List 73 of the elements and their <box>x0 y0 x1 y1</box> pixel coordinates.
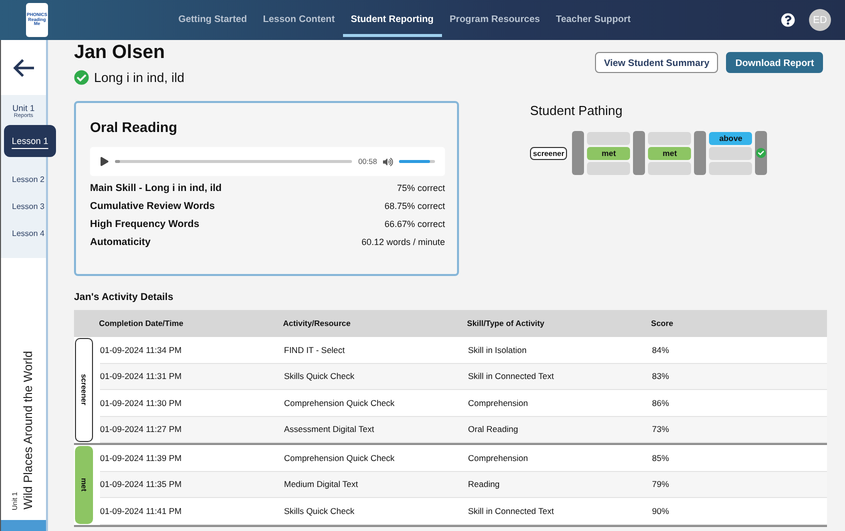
lesson-tab[interactable]: Lesson 2 <box>1 167 46 194</box>
table-cell-text: Comprehension Quick Check <box>284 398 396 408</box>
table-cell-text: 01-09-2024 11:34 PM <box>100 344 183 355</box>
metric-value: 75% correct <box>396 183 445 193</box>
nav-tab[interactable]: Program Resources <box>442 3 548 37</box>
table-cell-text: Medium Digital Text <box>284 479 360 490</box>
summary-button[interactable]: View Student Summary <box>594 52 718 73</box>
table-cell-text: 01-09-2024 11:35 PM <box>100 479 183 490</box>
empty-slot <box>709 162 752 174</box>
lesson-tab[interactable]: Lesson 3 <box>1 194 46 221</box>
nav-tab[interactable]: Student Reporting <box>342 3 442 37</box>
nav-tab[interactable]: Teacher Support <box>548 3 639 37</box>
table-cell-text: Skill in Connected Text <box>468 371 555 382</box>
empty-slot <box>587 132 630 144</box>
volume-icon[interactable] <box>383 156 393 166</box>
table-cell-text: Comprehension <box>468 398 530 408</box>
empty-slot <box>648 162 692 174</box>
unit-label: Unit 1 <box>12 103 35 113</box>
metric-value: 60.12 words / minute <box>361 237 445 247</box>
column-header: Skill/Type of Activity <box>467 319 546 328</box>
metric-label: High Frequency Words <box>90 219 200 230</box>
path-step: met <box>587 146 630 160</box>
table-cell-text: 73% <box>652 424 670 434</box>
table-cell-text: FIND IT - Select <box>284 344 346 355</box>
table-cell-text: Skills Quick Check <box>284 371 356 382</box>
path-step: met <box>648 146 692 160</box>
back-arrow-icon[interactable] <box>12 58 36 78</box>
help-icon[interactable] <box>781 13 795 27</box>
empty-slot <box>709 146 752 160</box>
table-cell-text: 86% <box>652 398 670 408</box>
empty-slot <box>648 132 692 144</box>
pathing-title: Student Pathing <box>530 103 624 118</box>
card-title: Oral Reading <box>90 119 178 135</box>
sidebar-footer-bar <box>1 520 46 531</box>
metric-label: Main Skill - Long i in ind, ild <box>90 183 222 194</box>
table-cell-text: Skill in Connected Text <box>468 506 555 516</box>
table-cell-text: Comprehension Quick Check <box>284 452 396 463</box>
play-icon[interactable] <box>100 157 109 166</box>
table-cell-text: Oral Reading <box>468 424 520 434</box>
table-cell-text: 79% <box>652 479 670 490</box>
nav-tab[interactable]: Lesson Content <box>254 3 343 37</box>
nav-tab[interactable]: Getting Started <box>170 3 255 37</box>
metric-value: 68.75% correct <box>384 201 445 211</box>
table-cell-text: Assessment Digital Text <box>284 424 376 434</box>
metric-value: 66.67% correct <box>384 219 445 229</box>
metric-label: Cumulative Review Words <box>90 201 215 212</box>
path-step: above <box>709 132 752 144</box>
table-cell-text: Skill in Isolation <box>468 344 528 355</box>
table-cell-text: Comprehension <box>468 452 530 463</box>
table-cell-text: 83% <box>652 371 670 382</box>
table-cell-text: 01-09-2024 11:41 PM <box>100 506 183 516</box>
progress-track[interactable] <box>115 160 352 163</box>
table-cell-text: 84% <box>652 344 670 355</box>
table-cell-text: 01-09-2024 11:27 PM <box>100 424 183 434</box>
table-cell-text: Reading <box>468 479 501 490</box>
lesson-tab[interactable]: Lesson 1 <box>4 125 56 157</box>
table-cell-text: 01-09-2024 11:39 PM <box>100 452 183 463</box>
skill-title: Long i in ind, ild <box>94 70 184 85</box>
column-header: Completion Date/Time <box>99 319 184 328</box>
lesson-tab[interactable]: Lesson 4 <box>1 221 46 248</box>
student-name: Jan Olsen <box>74 42 166 64</box>
unit-title: Wild Places Around the World <box>21 351 35 510</box>
metric-label: Automaticity <box>90 237 151 248</box>
section-title: Jan's Activity Details <box>74 292 174 303</box>
table-cell-text: 90% <box>652 506 670 516</box>
table-cell-text: Skills Quick Check <box>284 506 356 516</box>
table-cell-text: 01-09-2024 11:31 PM <box>100 371 183 382</box>
column-header: Activity/Resource <box>283 319 352 328</box>
table-cell-text: 01-09-2024 11:30 PM <box>100 398 183 408</box>
column-header: Score <box>651 319 674 328</box>
table-cell-text: 85% <box>652 452 670 463</box>
download-button[interactable]: Download Report <box>726 52 823 73</box>
empty-slot <box>587 162 630 174</box>
